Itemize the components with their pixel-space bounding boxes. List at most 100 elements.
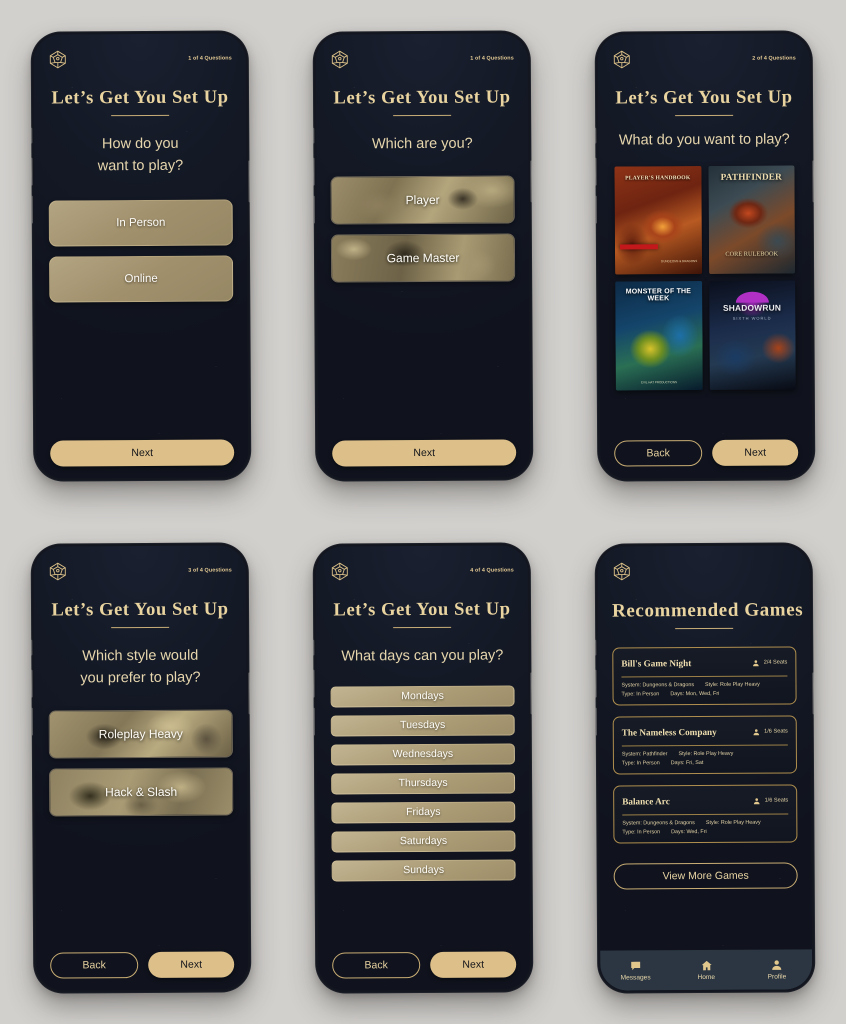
game-name: Bill's Game Night xyxy=(621,658,692,669)
phone-volume-down-button xyxy=(30,707,33,736)
game-card-the-nameless-company[interactable]: The Nameless Company 1/6 Seats System: P… xyxy=(612,715,798,775)
meta-row: Type: In Person Days: Wed, Fri xyxy=(622,828,788,836)
tab-home[interactable]: Home xyxy=(671,959,742,981)
title-divider xyxy=(111,626,170,629)
phone-side-button xyxy=(594,127,597,144)
back-button[interactable]: Back xyxy=(614,440,703,467)
cover-subtitle: CORE RULEBOOK xyxy=(725,250,779,258)
cover-accent-shape xyxy=(735,291,769,303)
day-option-tuesdays[interactable]: Tuesdays xyxy=(330,714,515,737)
title-divider xyxy=(393,114,452,117)
game-card-header: The Nameless Company 1/6 Seats xyxy=(621,722,788,747)
game-cover-grid: PLAYER'S HANDBOOK DUNGEONS & DRAGONS PAT… xyxy=(612,165,797,391)
phone-side-button xyxy=(312,127,315,144)
cover-title: PATHFINDER xyxy=(720,171,782,183)
phone-side-button xyxy=(594,639,597,656)
option-hack-and-slash[interactable]: Hack & Slash xyxy=(48,766,234,817)
nav-row: Back Next xyxy=(614,439,799,467)
phone-power-button xyxy=(248,672,251,715)
day-option-thursdays[interactable]: Thursdays xyxy=(331,772,516,795)
page-title: Recommended Games xyxy=(611,599,804,622)
question-text: Which style would you prefer to play? xyxy=(80,647,201,687)
meta-row: Type: In Person Days: Mon, Wed, Fri xyxy=(622,690,788,698)
tab-label: Profile xyxy=(767,973,787,981)
phone-frame-5: 4 of 4 Questions Let’s Get You Set Up Wh… xyxy=(312,542,534,994)
game-cover-shadowrun[interactable]: SHADOWRUN SIXTH WORLD xyxy=(708,280,796,390)
option-list: Roleplay Heavy Hack & Slash xyxy=(48,708,234,817)
view-more-games-button[interactable]: View More Games xyxy=(613,862,798,890)
option-label: Hack & Slash xyxy=(105,784,178,799)
home-icon xyxy=(701,959,712,970)
game-card-bills-game-night[interactable]: Bill's Game Night 2/4 Seats System: Dung… xyxy=(612,646,797,706)
d20-dice-icon xyxy=(48,49,68,69)
option-in-person[interactable]: In Person xyxy=(48,198,233,247)
next-button[interactable]: Next xyxy=(332,439,517,467)
back-button[interactable]: Back xyxy=(332,952,421,979)
cover-title: PLAYER'S HANDBOOK xyxy=(625,174,691,181)
phone-frame-3: 2 of 4 Questions Let’s Get You Set Up Wh… xyxy=(594,30,816,482)
nav-row: Next xyxy=(50,439,235,467)
day-option-saturdays[interactable]: Saturdays xyxy=(331,830,516,853)
progress-counter: 3 of 4 Questions xyxy=(188,567,232,574)
game-cover-monster-of-the-week[interactable]: MONSTER OF THE WEEK EVIL HAT PRODUCTIONS xyxy=(615,281,703,391)
cover-subtitle: EVIL HAT PRODUCTIONS xyxy=(641,380,678,385)
game-cover-players-handbook[interactable]: PLAYER'S HANDBOOK DUNGEONS & DRAGONS xyxy=(614,165,702,275)
day-option-wednesdays[interactable]: Wednesdays xyxy=(330,743,515,766)
phone-volume-up-button xyxy=(312,157,315,186)
title-divider xyxy=(111,114,170,117)
phone-slot-1: 1 of 4 Questions Let’s Get You Set Up Ho… xyxy=(0,0,282,512)
screen-what-days: 4 of 4 Questions Let’s Get You Set Up Wh… xyxy=(315,545,531,991)
progress-counter: 2 of 4 Questions xyxy=(752,55,796,62)
person-icon xyxy=(753,654,760,672)
day-option-sundays[interactable]: Sundays xyxy=(331,859,516,882)
nav-row: Next xyxy=(332,439,517,467)
back-button[interactable]: Back xyxy=(50,952,139,979)
phone-frame-1: 1 of 4 Questions Let’s Get You Set Up Ho… xyxy=(30,30,252,482)
system-label: System: Dungeons & Dragons xyxy=(621,682,695,689)
phone-volume-down-button xyxy=(594,707,597,736)
phone-slot-4: 3 of 4 Questions Let’s Get You Set Up Wh… xyxy=(0,512,282,1024)
tab-label: Messages xyxy=(620,973,651,982)
screen-which-style: 3 of 4 Questions Let’s Get You Set Up Wh… xyxy=(33,545,249,991)
phone-slot-5: 4 of 4 Questions Let’s Get You Set Up Wh… xyxy=(282,512,564,1024)
phone-volume-up-button xyxy=(30,157,33,186)
screen-topbar: 3 of 4 Questions xyxy=(48,559,232,582)
meta-row: System: Dungeons & Dragons Style: Role P… xyxy=(622,819,788,827)
option-player[interactable]: Player xyxy=(330,175,515,225)
cover-title: SHADOWRUN xyxy=(722,302,782,313)
phone-slot-2: 1 of 4 Questions Let’s Get You Set Up Wh… xyxy=(282,0,564,512)
game-cover-pathfinder[interactable]: PATHFINDER CORE RULEBOOK xyxy=(707,165,796,275)
tab-messages[interactable]: Messages xyxy=(600,960,671,981)
meta-row: System: Pathfinder Style: Role Play Heav… xyxy=(622,750,788,758)
style-label: Style: Role Play Heavy xyxy=(678,750,734,758)
next-button[interactable]: Next xyxy=(148,951,235,978)
phone-side-button xyxy=(30,127,33,144)
screen-topbar: 4 of 4 Questions xyxy=(330,559,514,582)
phone-power-button xyxy=(248,160,251,203)
option-game-master[interactable]: Game Master xyxy=(330,233,516,283)
screen-what-to-play: 2 of 4 Questions Let’s Get You Set Up Wh… xyxy=(597,33,813,479)
page-title: Let’s Get You Set Up xyxy=(333,87,511,109)
day-option-fridays[interactable]: Fridays xyxy=(331,801,516,824)
screen-which-are-you: 1 of 4 Questions Let’s Get You Set Up Wh… xyxy=(315,33,531,479)
next-button[interactable]: Next xyxy=(430,951,517,978)
type-label: Type: In Person xyxy=(622,829,661,836)
option-label: Roleplay Heavy xyxy=(98,726,183,741)
day-option-mondays[interactable]: Mondays xyxy=(330,685,515,708)
page-title: Let’s Get You Set Up xyxy=(51,87,229,109)
next-button[interactable]: Next xyxy=(50,439,235,467)
next-button[interactable]: Next xyxy=(712,439,799,466)
game-card-header: Bill's Game Night 2/4 Seats xyxy=(621,653,788,678)
phone-power-button xyxy=(812,160,815,203)
option-online[interactable]: Online xyxy=(48,254,234,303)
option-label: Player xyxy=(405,192,440,207)
cover-title: MONSTER OF THE WEEK xyxy=(625,287,692,303)
option-roleplay-heavy[interactable]: Roleplay Heavy xyxy=(48,708,233,759)
phone-volume-down-button xyxy=(594,195,597,224)
game-card-balance-arc[interactable]: Balance Arc 1/6 Seats System: Dungeons &… xyxy=(613,784,798,844)
system-label: System: Dungeons & Dragons xyxy=(622,820,695,827)
game-card-meta: System: Pathfinder Style: Role Play Heav… xyxy=(622,750,788,767)
tab-profile[interactable]: Profile xyxy=(742,959,813,980)
d20-dice-icon xyxy=(612,561,632,581)
person-icon xyxy=(771,959,782,970)
